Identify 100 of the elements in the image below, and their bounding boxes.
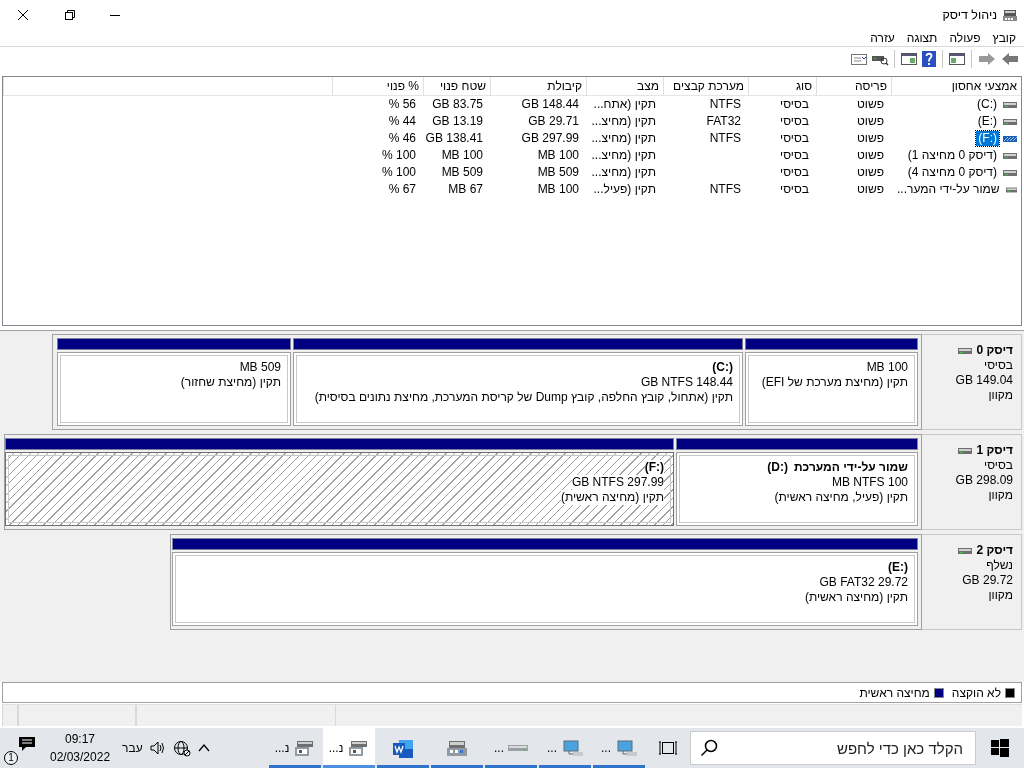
language-indicator[interactable]: עבר: [122, 741, 143, 755]
table-cell: 44 %: [388, 114, 416, 128]
task-view-icon[interactable]: [658, 739, 678, 757]
drive-icon: [1003, 168, 1017, 177]
table-cell: בסיסי: [780, 165, 809, 179]
disk-icon: [293, 738, 316, 758]
column-header[interactable]: קיבולת: [490, 77, 586, 96]
partition-status: תקין (מחיצת מערכת של EFI): [761, 375, 908, 390]
monitor-icon: [561, 738, 583, 758]
back-arrow-icon[interactable]: [1000, 51, 1020, 67]
table-cell: תקין (מחיצ...: [591, 114, 656, 128]
search-field[interactable]: הקלד כאן כדי לחפש: [690, 731, 976, 765]
table-cell: 13.19 GB: [432, 114, 483, 128]
disk-type: בסיסי: [984, 458, 1013, 472]
menu-item[interactable]: עזרה: [864, 30, 901, 46]
table-cell: 29.71 GB: [528, 114, 579, 128]
partition-size: 29.72 GB FAT32: [819, 575, 908, 590]
table-cell: NTFS: [709, 182, 741, 196]
table-cell: תקין (פעיל...: [593, 182, 656, 196]
disk-name: דיסק 0: [976, 343, 1013, 358]
column-header[interactable]: שטח פנוי: [423, 77, 490, 96]
disk-type: בסיסי: [984, 358, 1013, 372]
disk-name: דיסק 1: [976, 443, 1013, 458]
table-cell: 100 MB: [441, 148, 483, 162]
menu-item[interactable]: קובץ: [986, 30, 1022, 46]
partition-status: תקין (מחיצת שחזור): [180, 375, 281, 390]
table-cell: 148.44 GB: [521, 97, 579, 111]
disk-icon: [347, 738, 370, 758]
table-cell: 100 %: [381, 165, 416, 179]
disk-type: נשלף: [986, 558, 1013, 572]
volume-name[interactable]: (דיסק 0 מחיצה 1): [905, 148, 999, 163]
volume-name[interactable]: (E:): [975, 114, 999, 129]
partition-size: 100 MB: [866, 360, 908, 375]
speaker-icon[interactable]: [148, 740, 167, 756]
notification-badge: 1: [4, 751, 18, 765]
table-cell: 100 MB: [537, 148, 579, 162]
disk-size: 29.72 GB: [962, 573, 1013, 587]
table-cell: תקין (מחיצ...: [591, 131, 656, 145]
app-icon: [1002, 7, 1018, 23]
partition-size: 148.44 GB NTFS: [640, 375, 733, 390]
disk-size: 149.04 GB: [955, 373, 1013, 387]
partition-status: תקין (אתחול, קובץ החלפה, קובץ Dump של קריסת המערכת, מחיצת נתונים בסיסית): [314, 390, 733, 405]
column-header[interactable]: % פנוי: [332, 77, 423, 96]
table-cell: 83.75 GB: [432, 97, 483, 111]
volume-name[interactable]: (C:): [975, 97, 999, 112]
drive-icon: [1003, 151, 1017, 160]
panel-icon[interactable]: [948, 51, 966, 67]
globe-icon[interactable]: [172, 739, 191, 757]
partition-status: תקין (מחיצה ראשית): [804, 590, 908, 605]
partition-title: (F:): [644, 460, 664, 475]
partition-size: 509 MB: [239, 360, 281, 375]
volume-name[interactable]: שמור על-ידי המער...: [895, 182, 1002, 197]
table-cell: בסיסי: [780, 148, 809, 162]
table-cell: 100 MB: [537, 182, 579, 196]
volume-name[interactable]: (דיסק 0 מחיצה 4): [905, 165, 999, 180]
help-icon[interactable]: [921, 51, 937, 67]
drive-icon: [508, 745, 528, 751]
table-cell: תקין (מחיצ...: [591, 165, 656, 179]
menu-item[interactable]: תצוגה: [900, 30, 944, 46]
drive-icon: [1003, 100, 1017, 109]
table-cell: 56 %: [388, 97, 416, 111]
table-cell: תקין (מחיצ...: [591, 148, 656, 162]
table-cell: בסיסי: [780, 114, 809, 128]
disk-status: מקוון: [988, 488, 1013, 502]
table-cell: NTFS: [709, 97, 741, 111]
partition-title: (C:): [712, 360, 733, 375]
disk-size: 298.09 GB: [955, 473, 1013, 487]
windows-logo-icon[interactable]: [991, 739, 1009, 757]
table-cell: בסיסי: [780, 131, 809, 145]
table-cell: פשוט: [856, 114, 884, 128]
partition-size: 297.99 GB NTFS: [571, 475, 664, 490]
word-icon: [392, 738, 414, 758]
menu-item[interactable]: פעולה: [943, 30, 987, 46]
forward-arrow-icon[interactable]: [977, 51, 997, 67]
column-header[interactable]: מצב: [586, 77, 663, 96]
drive-icon: [958, 546, 973, 555]
notification-icon[interactable]: [18, 736, 36, 752]
clock[interactable]: 09:17 02/03/2022: [44, 730, 117, 766]
table-cell: פשוט: [856, 165, 884, 179]
legend-label: מחיצה ראשית: [859, 685, 930, 700]
partition-size: 100 MB NTFS: [831, 475, 908, 490]
column-header[interactable]: פריסה: [816, 77, 891, 96]
list-view-icon[interactable]: [850, 51, 868, 67]
table-cell: פשוט: [856, 131, 884, 145]
table-cell: 67 MB: [448, 182, 483, 196]
table-cell: פשוט: [856, 182, 884, 196]
column-header[interactable]: אמצעי אחסון: [891, 77, 1021, 96]
panel-icon[interactable]: [900, 51, 918, 67]
drive-icon: [958, 446, 973, 455]
table-cell: פשוט: [856, 148, 884, 162]
volume-name[interactable]: (F:): [976, 131, 999, 146]
disk-status: מקוון: [988, 388, 1013, 402]
table-cell: 100 %: [381, 148, 416, 162]
table-cell: 138.41 GB: [425, 131, 483, 145]
drive-icon: [1003, 117, 1017, 126]
column-header[interactable]: סוג: [748, 77, 816, 96]
monitor-icon: [615, 738, 637, 758]
column-header[interactable]: מערכת קבצים: [663, 77, 748, 96]
table-cell: 46 %: [388, 131, 416, 145]
taskbar-app-button[interactable]: נ...: [323, 728, 375, 768]
